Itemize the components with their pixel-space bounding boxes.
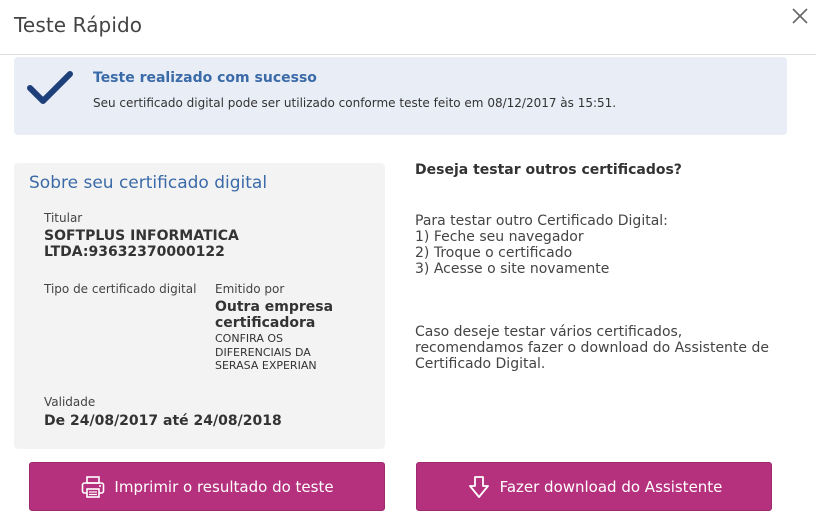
certificate-info-panel: Sobre seu certificado digital Titular SO… <box>14 163 385 449</box>
success-banner: Teste realizado com sucesso Seu certific… <box>14 57 787 135</box>
close-button[interactable] <box>790 6 810 26</box>
certificate-type-label: Tipo de certificado digital <box>44 282 197 296</box>
download-button-label: Fazer download do Assistente <box>499 477 723 496</box>
issuer-note-line3: SERASA EXPERIAN <box>215 359 317 372</box>
print-result-button[interactable]: Imprimir o resultado do teste <box>29 462 385 511</box>
instruction-step-3: 3) Acesse o site novamente <box>415 261 610 277</box>
success-title: Teste realizado com sucesso <box>93 70 317 86</box>
dialog-title: Teste Rápido <box>14 13 143 37</box>
download-assistant-button[interactable]: Fazer download do Assistente <box>416 462 772 511</box>
validity-label: Validade <box>44 395 96 409</box>
holder-name-line2: LTDA:93632370000122 <box>44 244 225 260</box>
other-certificates-title: Deseja testar outros certificados? <box>415 162 682 178</box>
issuer-name-line2: certificadora <box>215 315 316 331</box>
issuer-name-line1: Outra empresa <box>215 299 334 315</box>
issuer-note-line1: CONFIRA OS <box>215 332 283 345</box>
close-icon <box>792 8 808 24</box>
issuer-note-line2: DIFERENCIAIS DA <box>215 345 311 359</box>
dialog-header: Teste Rápido <box>0 0 816 55</box>
print-button-label: Imprimir o resultado do teste <box>114 477 334 496</box>
instruction-step-1: 1) Feche seu navegador <box>415 229 584 245</box>
instruction-step-2: 2) Troque o certificado <box>415 245 573 261</box>
printer-icon <box>82 475 105 498</box>
assistant-note-line2: recomendamos fazer o download do Assiste… <box>415 340 769 356</box>
holder-label: Titular <box>44 211 83 225</box>
validity-value: De 24/08/2017 até 24/08/2018 <box>44 413 282 429</box>
download-arrow-icon <box>468 475 489 498</box>
assistant-note-line1: Caso deseje testar vários certificados, <box>415 324 683 340</box>
assistant-note-line3: Certificado Digital. <box>415 356 546 372</box>
checkmark-icon <box>27 71 73 104</box>
instructions-intro: Para testar outro Certificado Digital: <box>415 213 668 229</box>
success-message: Seu certificado digital pode ser utiliza… <box>93 96 617 110</box>
issuer-label: Emitido por <box>215 282 285 296</box>
holder-name-line1: SOFTPLUS INFORMATICA <box>44 228 239 244</box>
certificate-panel-title: Sobre seu certificado digital <box>29 173 268 193</box>
